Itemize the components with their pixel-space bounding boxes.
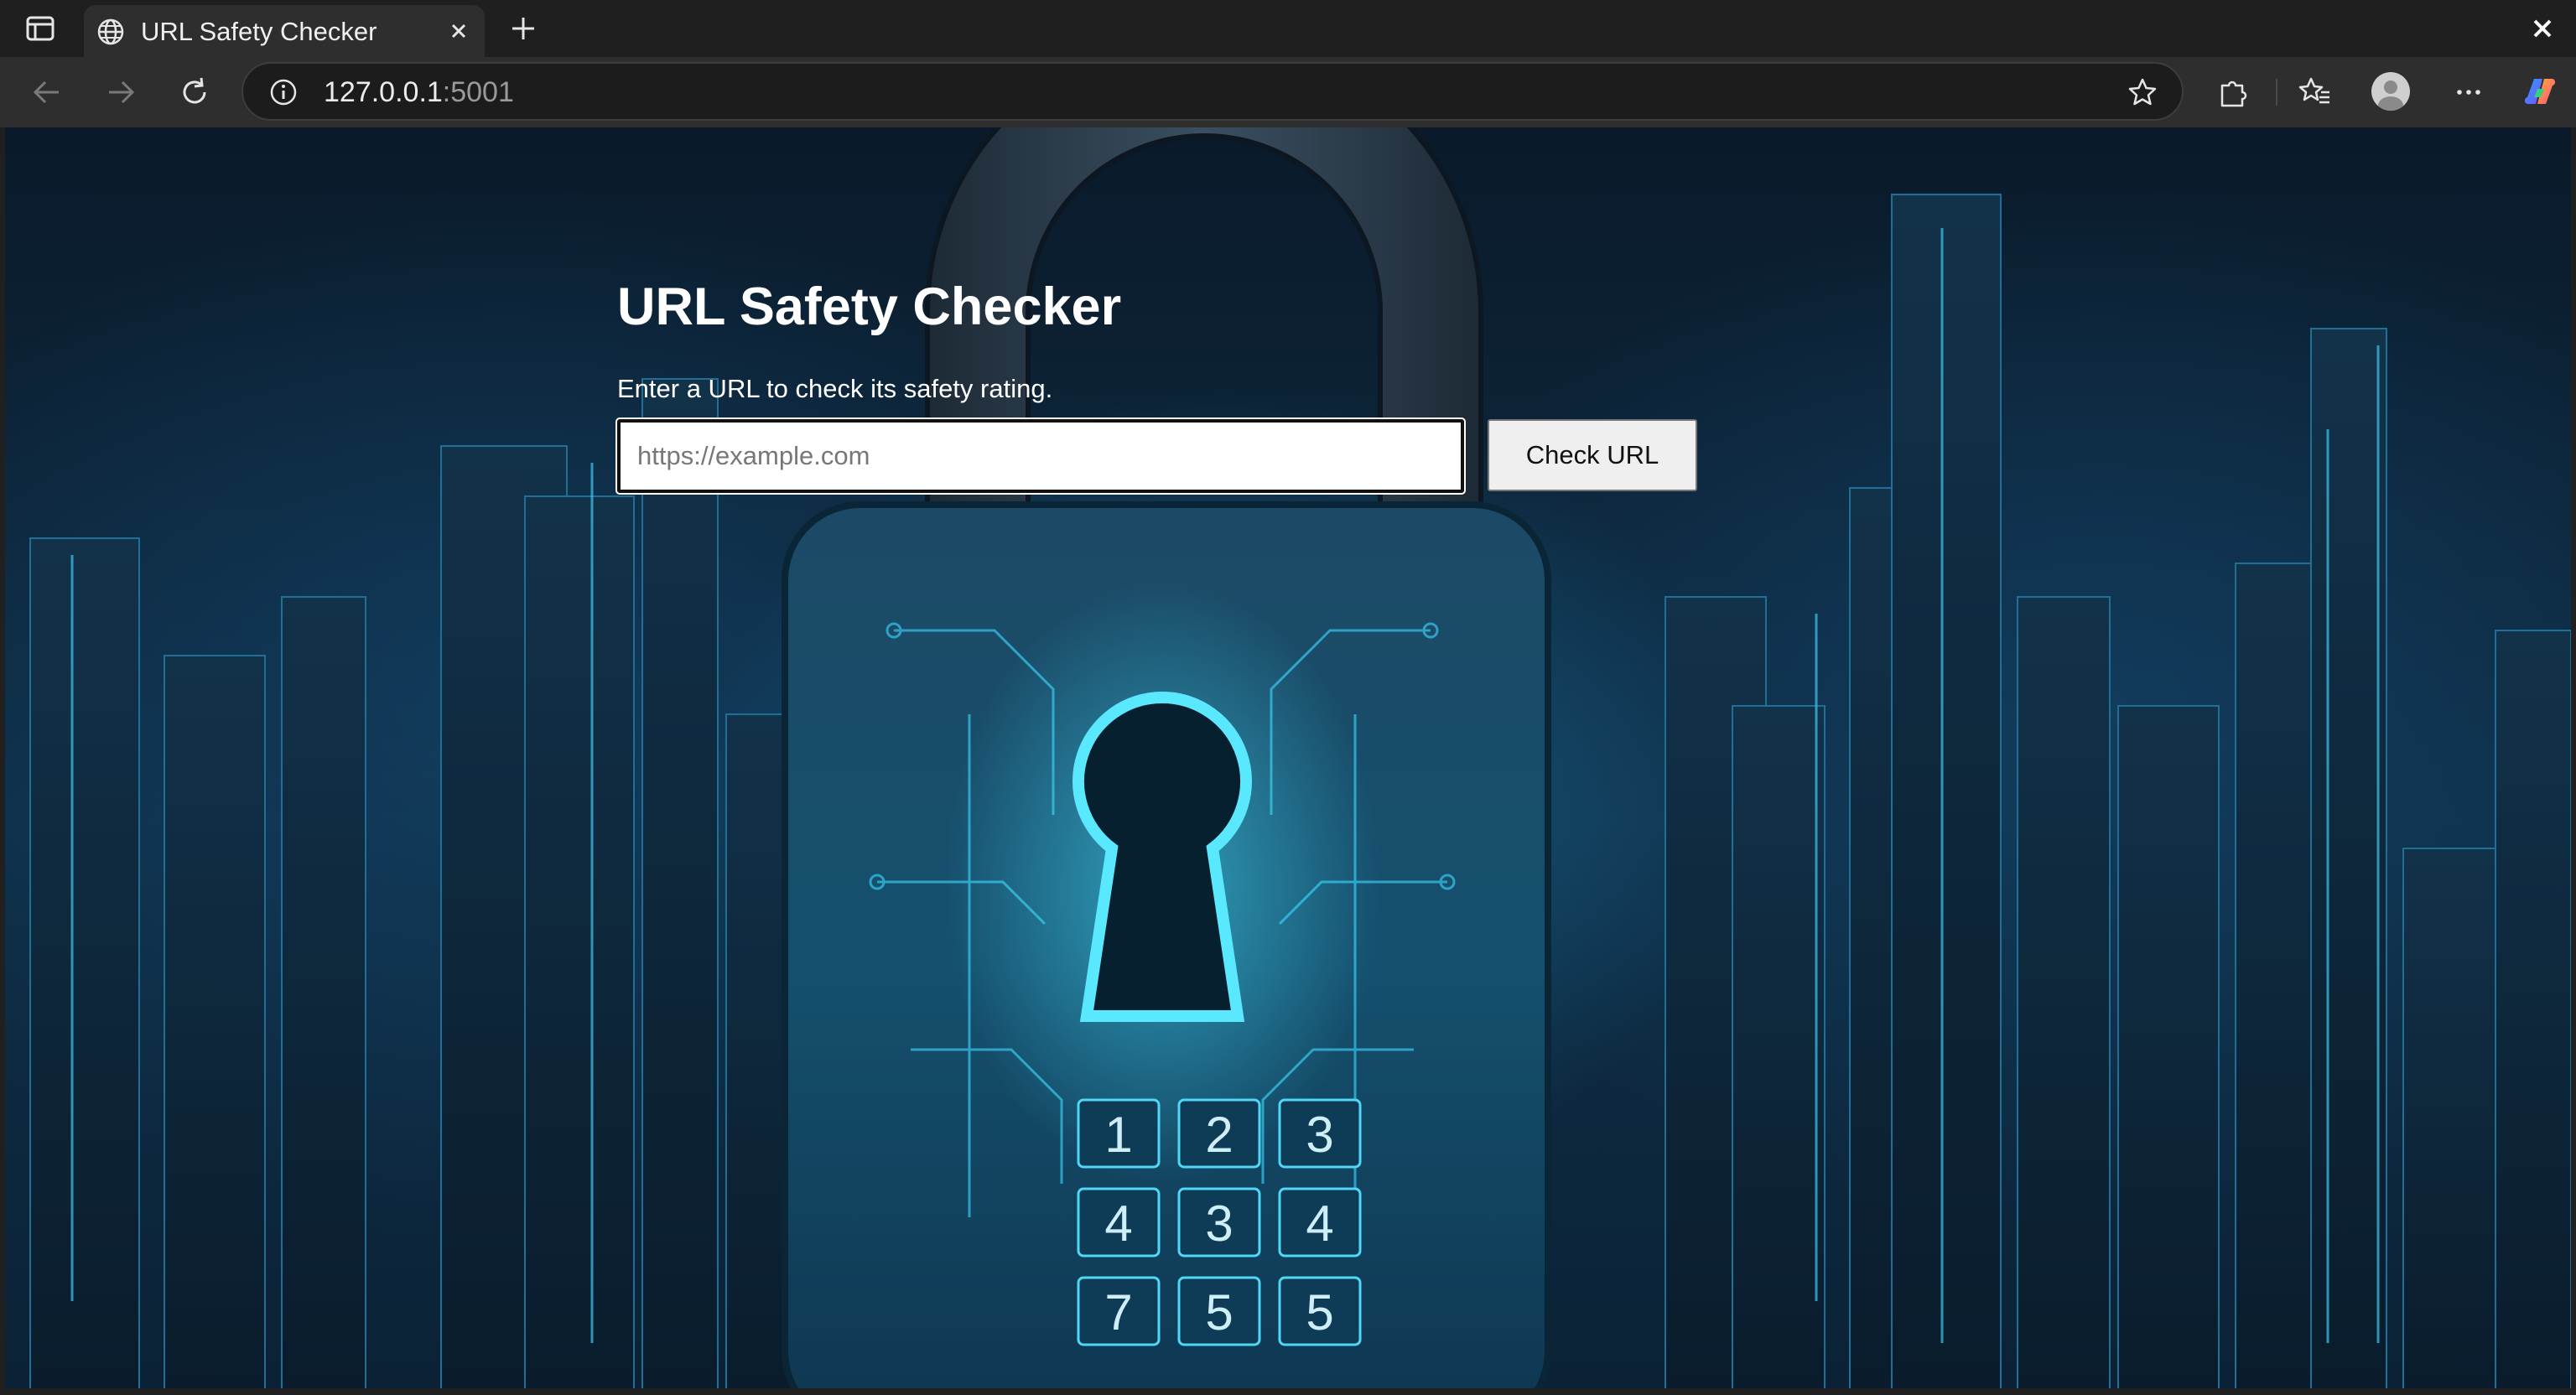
back-icon[interactable] xyxy=(29,74,65,111)
keypad-key: 4 xyxy=(1104,1195,1132,1252)
keypad-key: 7 xyxy=(1104,1284,1132,1341)
url-input[interactable] xyxy=(615,417,1466,495)
plus-icon[interactable] xyxy=(506,13,540,44)
sidebar-toggle-icon[interactable] xyxy=(25,15,55,42)
keypad-key: 4 xyxy=(1306,1195,1333,1252)
favorites-icon[interactable] xyxy=(2296,74,2333,111)
star-icon[interactable] xyxy=(2127,76,2158,108)
info-icon[interactable] xyxy=(268,77,299,107)
address-host: 127.0.0.1 xyxy=(324,76,443,108)
page-title: URL Safety Checker xyxy=(617,277,1122,336)
tab-bar: URL Safety Checker xyxy=(0,0,2576,57)
left-skyline xyxy=(29,378,811,1388)
tab-title: URL Safety Checker xyxy=(141,17,377,46)
copilot-icon[interactable] xyxy=(2521,72,2559,111)
right-skyline xyxy=(1665,194,2571,1388)
keypad-key: 2 xyxy=(1205,1107,1233,1163)
address-bar[interactable]: 127.0.0.1:5001 xyxy=(242,62,2184,121)
page-viewport: 1 2 3 4 3 4 7 5 5 URL Safety Checker Ent… xyxy=(5,127,2571,1388)
browser-tab[interactable]: URL Safety Checker xyxy=(84,5,485,57)
close-icon[interactable] xyxy=(444,17,473,45)
address-url: 127.0.0.1:5001 xyxy=(324,76,514,108)
profile-icon[interactable] xyxy=(2371,72,2410,111)
forward-icon[interactable] xyxy=(102,74,139,111)
globe-icon xyxy=(97,18,124,45)
extensions-icon[interactable] xyxy=(2214,74,2251,111)
check-url-button[interactable]: Check URL xyxy=(1488,419,1697,491)
keypad-key: 5 xyxy=(1205,1284,1233,1341)
keypad-key: 3 xyxy=(1306,1107,1333,1163)
keypad-key: 5 xyxy=(1306,1284,1333,1341)
address-port: :5001 xyxy=(442,76,514,108)
window-close-icon[interactable] xyxy=(2527,13,2558,44)
browser-toolbar: 127.0.0.1:5001 xyxy=(0,57,2576,127)
more-icon[interactable] xyxy=(2450,74,2487,111)
keypad-key: 1 xyxy=(1104,1107,1132,1163)
toolbar-divider xyxy=(2276,79,2277,106)
refresh-icon[interactable] xyxy=(176,74,213,111)
padlock-city-background: 1 2 3 4 3 4 7 5 5 xyxy=(29,127,2571,1388)
page-subtitle: Enter a URL to check its safety rating. xyxy=(617,374,1053,403)
keypad-key: 3 xyxy=(1205,1195,1233,1252)
avatar-silhouette xyxy=(2378,80,2403,111)
